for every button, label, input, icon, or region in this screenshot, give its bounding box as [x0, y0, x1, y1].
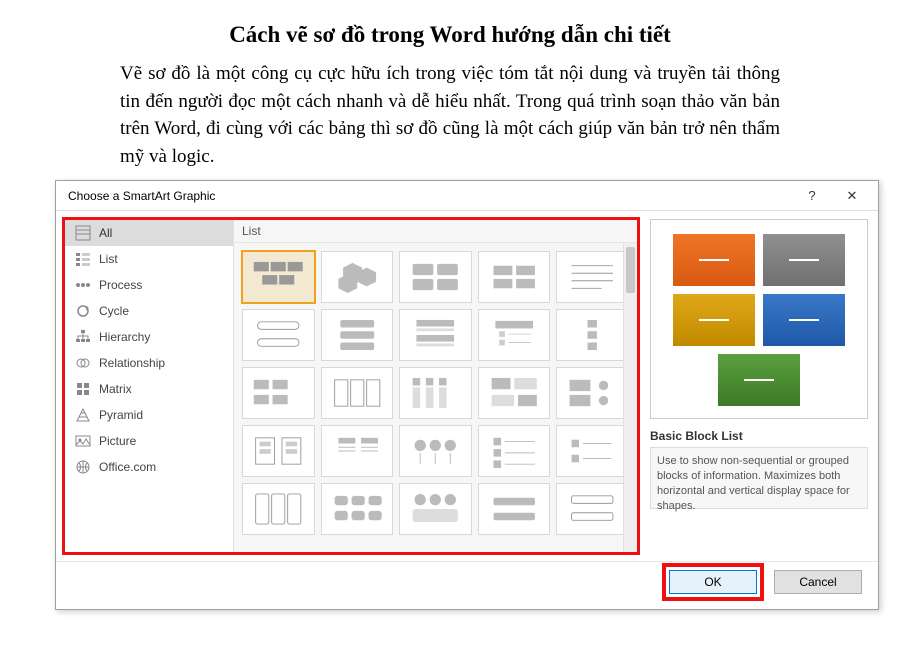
list-icon [75, 251, 91, 267]
category-process[interactable]: Process [65, 272, 233, 298]
process-icon [75, 277, 91, 293]
category-label: Picture [99, 434, 136, 448]
category-label: Process [99, 278, 142, 292]
category-relationship[interactable]: Relationship [65, 350, 233, 376]
smartart-thumb-basic-block-list[interactable] [242, 251, 315, 303]
smartart-thumb[interactable] [478, 483, 551, 535]
gallery-scroll [234, 243, 637, 552]
smartart-thumb[interactable] [556, 483, 629, 535]
all-icon [75, 225, 91, 241]
dialog-footer: OK Cancel [56, 561, 878, 601]
preview-block [763, 234, 845, 286]
matrix-icon [75, 381, 91, 397]
category-label: All [99, 226, 112, 240]
category-label: Office.com [99, 460, 156, 474]
picture-icon [75, 433, 91, 449]
preview-block [763, 294, 845, 346]
smartart-thumb[interactable] [321, 309, 394, 361]
smartart-thumb[interactable] [242, 425, 315, 477]
scrollbar-thumb[interactable] [626, 247, 635, 293]
category-label: List [99, 252, 118, 266]
category-label: Matrix [99, 382, 132, 396]
smartart-thumb[interactable] [399, 425, 472, 477]
smartart-thumb[interactable] [321, 251, 394, 303]
highlight-left-panel: All List Process Cycle Hierarchy [62, 217, 640, 555]
category-list: All List Process Cycle Hierarchy [65, 220, 233, 552]
smartart-thumb[interactable] [556, 367, 629, 419]
category-cycle[interactable]: Cycle [65, 298, 233, 324]
article-body: Vẽ sơ đồ là một công cụ cực hữu ích tron… [120, 60, 780, 170]
smartart-thumb[interactable] [478, 309, 551, 361]
smartart-thumb[interactable] [242, 483, 315, 535]
category-pyramid[interactable]: Pyramid [65, 402, 233, 428]
category-label: Hierarchy [99, 330, 150, 344]
gallery-scrollbar[interactable] [623, 243, 637, 552]
category-officecom[interactable]: Office.com [65, 454, 233, 480]
smartart-thumb[interactable] [321, 367, 394, 419]
preview-block [673, 294, 755, 346]
category-list-item[interactable]: List [65, 246, 233, 272]
preview-pane: Basic Block List Use to show non-sequent… [640, 211, 878, 561]
smartart-thumb[interactable] [556, 309, 629, 361]
preview-block [673, 234, 755, 286]
close-button[interactable]: ✕ [832, 181, 872, 211]
gallery-header: List [234, 220, 637, 243]
category-label: Cycle [99, 304, 129, 318]
preview-block [718, 354, 800, 406]
preview-image [650, 219, 868, 419]
smartart-thumb[interactable] [399, 309, 472, 361]
smartart-thumb[interactable] [399, 251, 472, 303]
dialog-titlebar: Choose a SmartArt Graphic ? ✕ [56, 181, 878, 211]
smartart-thumb[interactable] [399, 483, 472, 535]
smartart-thumb[interactable] [556, 251, 629, 303]
pyramid-icon [75, 407, 91, 423]
category-all[interactable]: All [65, 220, 233, 246]
smartart-thumb[interactable] [242, 309, 315, 361]
smartart-thumb[interactable] [478, 367, 551, 419]
ok-button[interactable]: OK [669, 570, 757, 594]
page-title: Cách vẽ sơ đồ trong Word hướng dẫn chi t… [0, 22, 900, 48]
cycle-icon [75, 303, 91, 319]
help-button[interactable]: ? [792, 181, 832, 211]
category-label: Relationship [99, 356, 165, 370]
smartart-thumb[interactable] [399, 367, 472, 419]
smartart-thumb[interactable] [321, 483, 394, 535]
relationship-icon [75, 355, 91, 371]
smartart-dialog: Choose a SmartArt Graphic ? ✕ All List P… [55, 180, 879, 610]
category-hierarchy[interactable]: Hierarchy [65, 324, 233, 350]
smartart-thumb[interactable] [478, 425, 551, 477]
smartart-thumb[interactable] [478, 251, 551, 303]
cancel-button[interactable]: Cancel [774, 570, 862, 594]
category-label: Pyramid [99, 408, 143, 422]
gallery-pane: List [233, 220, 637, 552]
smartart-thumb[interactable] [556, 425, 629, 477]
smartart-thumb[interactable] [321, 425, 394, 477]
dialog-body: All List Process Cycle Hierarchy [56, 211, 878, 561]
preview-title: Basic Block List [650, 429, 868, 443]
highlight-ok-button: OK [662, 563, 764, 601]
gallery-grid [234, 243, 637, 543]
preview-description: Use to show non-sequential or grouped bl… [650, 447, 868, 509]
category-picture[interactable]: Picture [65, 428, 233, 454]
smartart-thumb[interactable] [242, 367, 315, 419]
dialog-title: Choose a SmartArt Graphic [68, 189, 215, 203]
hierarchy-icon [75, 329, 91, 345]
globe-icon [75, 459, 91, 475]
category-matrix[interactable]: Matrix [65, 376, 233, 402]
